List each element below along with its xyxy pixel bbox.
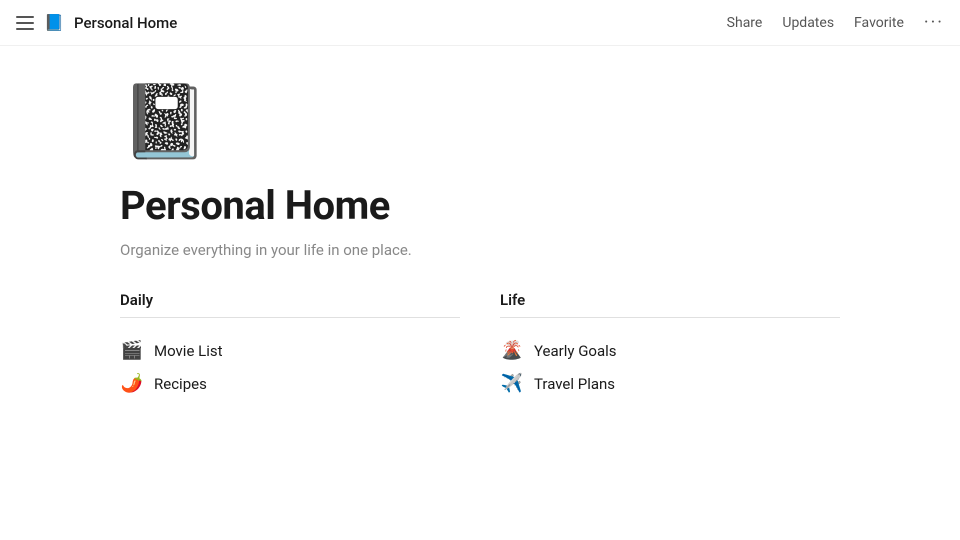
favorite-button[interactable]: Favorite [854,15,904,31]
column-header-daily: Daily [120,291,460,318]
recipes-emoji: 🌶️ [120,373,144,394]
page-icon-small: 📘 [44,13,64,33]
page-subtitle: Organize everything in your life in one … [120,241,840,259]
share-button[interactable]: Share [727,15,763,31]
yearly-goals-label: Yearly Goals [534,342,617,360]
topbar-title: Personal Home [74,14,177,32]
list-item-movie-list[interactable]: 🎬 Movie List [120,334,460,367]
columns-container: Daily 🎬 Movie List 🌶️ Recipes Life 🌋 Yea… [120,291,840,400]
travel-plans-label: Travel Plans [534,375,615,393]
updates-button[interactable]: Updates [782,15,834,31]
page-content: 📓 Personal Home Organize everything in y… [0,46,960,440]
list-item-yearly-goals[interactable]: 🌋 Yearly Goals [500,334,840,367]
recipes-label: Recipes [154,375,207,393]
column-life: Life 🌋 Yearly Goals ✈️ Travel Plans [500,291,840,400]
more-options-button[interactable]: ··· [924,12,944,33]
list-item-travel-plans[interactable]: ✈️ Travel Plans [500,367,840,400]
yearly-goals-emoji: 🌋 [500,340,524,361]
list-item-recipes[interactable]: 🌶️ Recipes [120,367,460,400]
topbar-right: Share Updates Favorite ··· [727,12,944,33]
movie-list-emoji: 🎬 [120,340,144,361]
topbar-left: 📘 Personal Home [16,13,177,33]
column-header-life: Life [500,291,840,318]
movie-list-label: Movie List [154,342,223,360]
page-title: Personal Home [120,182,840,229]
column-daily: Daily 🎬 Movie List 🌶️ Recipes [120,291,460,400]
page-cover-emoji: 📓 [120,86,840,158]
menu-icon[interactable] [16,16,34,30]
topbar: 📘 Personal Home Share Updates Favorite ·… [0,0,960,46]
travel-plans-emoji: ✈️ [500,373,524,394]
